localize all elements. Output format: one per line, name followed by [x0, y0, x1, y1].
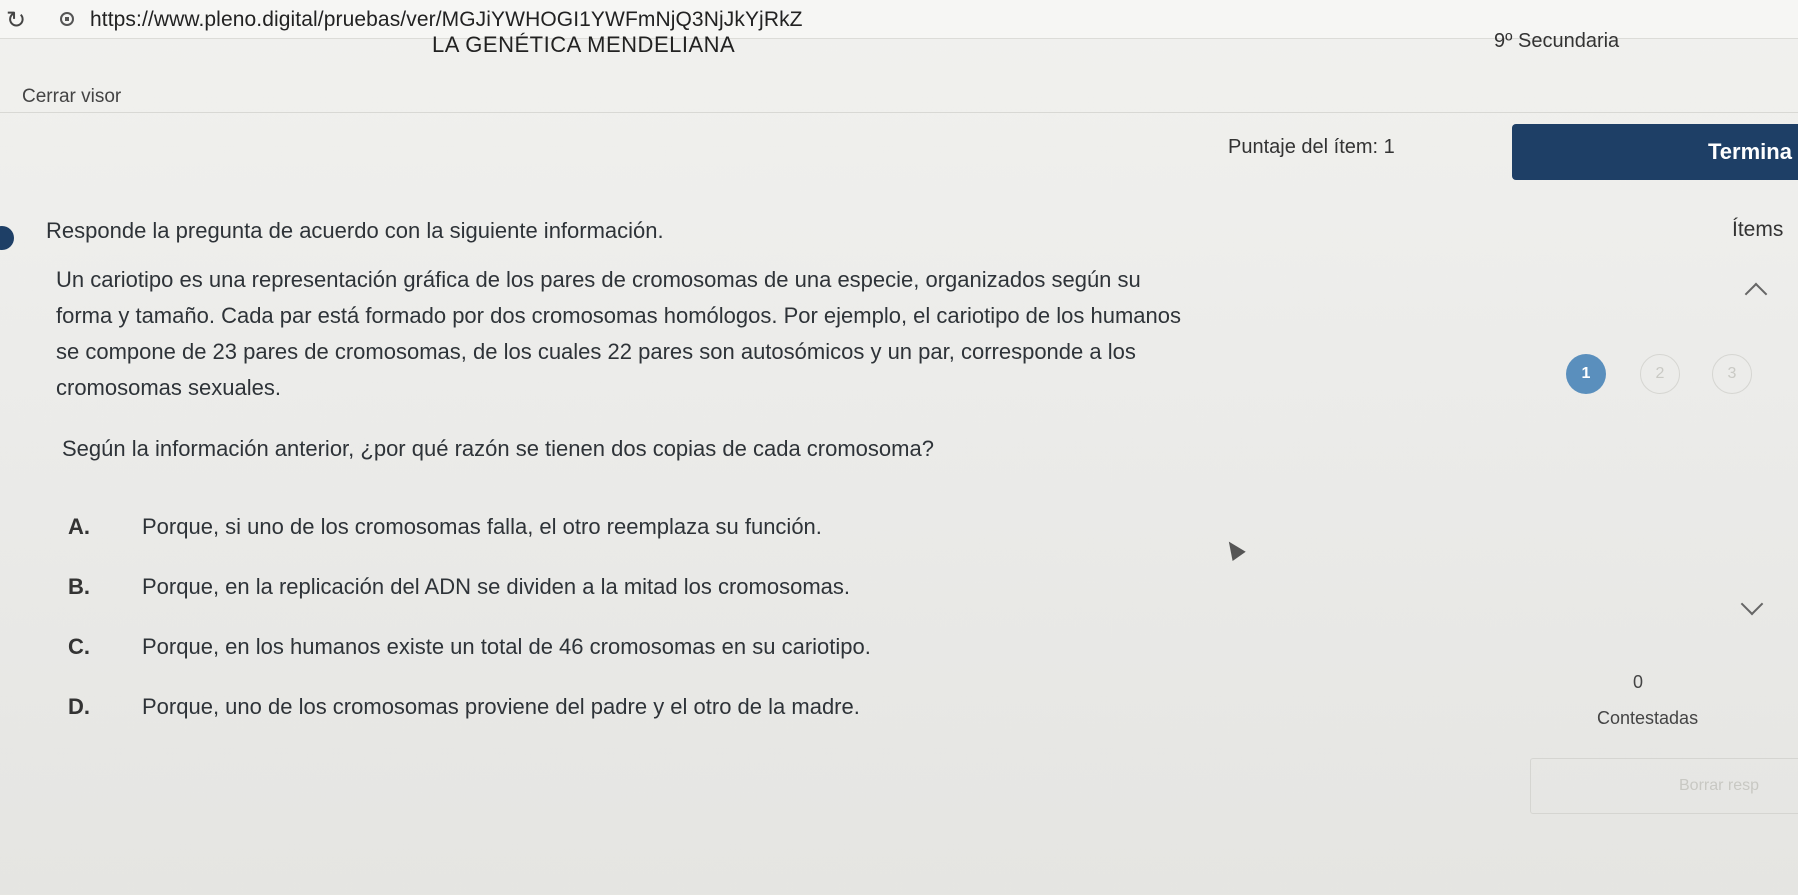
item-nav-3[interactable]: 3	[1712, 354, 1752, 394]
instruction-text: Responde la pregunta de acuerdo con la s…	[46, 218, 664, 243]
chevron-down-icon[interactable]	[1740, 592, 1764, 616]
chevron-up-icon[interactable]	[1744, 282, 1768, 306]
answered-count: 0	[1633, 672, 1644, 692]
header-divider	[0, 112, 1798, 113]
page-title: LA GENÉTICA MENDELIANA	[432, 32, 736, 57]
item-score: Puntaje del ítem: 1	[1228, 136, 1395, 158]
passage-line: forma y tamaño. Cada par está formado po…	[56, 303, 1182, 328]
option-d[interactable]: D. Porque, uno de los cromosomas proviene…	[68, 694, 860, 720]
erase-button-label: Borrar resp	[1679, 777, 1760, 794]
passage-line: cromosomas sexuales.	[56, 375, 281, 400]
option-a[interactable]: A. Porque, si uno de los cromosomas falla…	[68, 514, 822, 540]
option-text: Porque, si uno de los cromosomas falla, …	[142, 514, 822, 539]
reload-icon[interactable]: ↻	[6, 6, 26, 35]
url-text[interactable]: https://www.pleno.digital/pruebas/ver/MG…	[90, 8, 803, 32]
option-text: Porque, uno de los cromosomas proviene d…	[142, 694, 860, 719]
erase-answers-button[interactable]: Borrar resp	[1530, 758, 1798, 814]
option-c[interactable]: C. Porque, en los humanos existe un total…	[68, 634, 871, 660]
question-text: Según la información anterior, ¿por qué …	[62, 436, 934, 461]
answered-label: Contestadas	[1597, 708, 1699, 728]
finish-button-label: Termina	[1708, 139, 1792, 164]
grade-label: 9º Secundaria	[1494, 30, 1620, 52]
item-nav-1[interactable]: 1	[1566, 354, 1606, 394]
option-letter: D.	[68, 694, 90, 719]
items-heading: Ítems	[1732, 218, 1784, 241]
option-letter: A.	[68, 514, 90, 539]
close-viewer-link[interactable]: Cerrar visor	[22, 86, 121, 108]
option-letter: C.	[68, 634, 90, 659]
passage-line: se compone de 23 pares de cromosomas, de…	[56, 339, 1136, 364]
passage: Un cariotipo es una representación gráfi…	[56, 262, 1436, 406]
question-marker	[0, 226, 14, 250]
passage-line: Un cariotipo es una representación gráfi…	[56, 267, 1141, 292]
option-letter: B.	[68, 574, 90, 599]
option-text: Porque, en los humanos existe un total d…	[142, 634, 871, 659]
finish-button[interactable]: Termina	[1512, 124, 1798, 180]
cursor-icon	[1222, 537, 1246, 561]
option-text: Porque, en la replicación del ADN se div…	[142, 574, 851, 599]
item-nav-2[interactable]: 2	[1640, 354, 1680, 394]
lock-icon	[60, 12, 74, 26]
option-b[interactable]: B. Porque, en la replicación del ADN se d…	[68, 574, 850, 600]
